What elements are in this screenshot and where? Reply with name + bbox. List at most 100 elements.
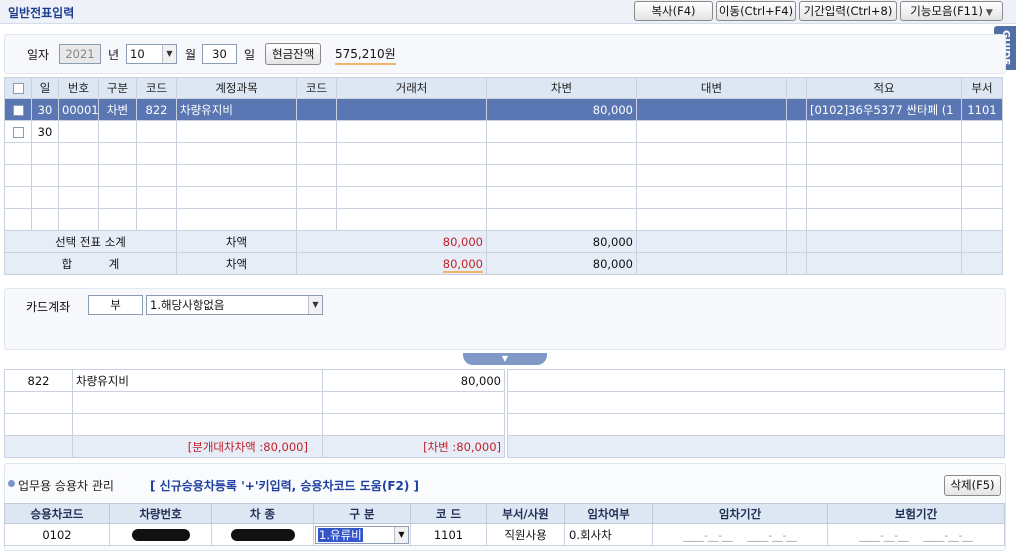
subtotal-label: 선택 전표 소계 [4, 230, 177, 253]
journal-summary-row: [분개대차차액 :80,000] [차변 :80,000] [4, 435, 505, 458]
credit-summary-row [507, 435, 1005, 458]
insurance-end[interactable]: ____-__-__ [923, 530, 973, 542]
subtotal-row: 선택 전표 소계 차액 80,000 80,000 [4, 230, 1003, 253]
col-lease: 임차여부 [564, 503, 653, 524]
chevron-down-icon[interactable]: ▼ [308, 296, 322, 314]
cell-type[interactable] [98, 120, 137, 143]
cell-plate[interactable] [109, 523, 212, 546]
cell-code[interactable] [136, 120, 177, 143]
month-select[interactable]: 10 ▼ [126, 44, 177, 64]
card-account-label: 카드계좌 [26, 300, 71, 314]
col-model: 차 종 [211, 503, 314, 524]
subtotal-debit: 80,000 [486, 230, 637, 253]
cell-day[interactable]: 30 [31, 120, 59, 143]
journal-credit-table [507, 369, 1005, 458]
journal-code: 822 [4, 369, 73, 392]
function-menu-button[interactable]: 기능모음(F11) ▼ [900, 1, 1003, 21]
cell-credit[interactable] [636, 120, 787, 143]
cash-balance-value: 575,210원 [335, 45, 396, 65]
cell-vendor[interactable] [336, 120, 487, 143]
subtotal-diff: 80,000 [296, 230, 487, 253]
cell-memo[interactable] [806, 120, 962, 143]
page-title: 일반전표입력 [8, 6, 75, 20]
day-field[interactable]: 30 [202, 44, 237, 64]
card-option-select[interactable]: 1.해당사항없음 ▼ [146, 295, 323, 315]
cell-account[interactable]: 차량유지비 [176, 98, 297, 121]
card-flag-field[interactable]: 부 [88, 295, 143, 315]
col-insurance-period: 보험기간 [827, 503, 1005, 524]
chevron-down-icon: ▼ [985, 8, 993, 18]
cell-debit[interactable] [486, 120, 637, 143]
cash-balance-button[interactable]: 현금잔액 [265, 43, 322, 65]
month-value: 10 [130, 47, 145, 61]
period-input-button[interactable]: 기간입력(Ctrl+8) [799, 1, 897, 21]
col-vendor-code: 코드 [296, 77, 337, 99]
table-row[interactable]: 30 00001 차변 822 차량유지비 80,000 [0102]36우53… [4, 98, 1003, 121]
cell-code[interactable]: 822 [136, 98, 177, 121]
list-item[interactable]: 822 차량유지비 80,000 [4, 369, 505, 392]
journal-account: 차량유지비 [72, 369, 323, 392]
cell-lease-period[interactable]: ____-__-__ ____-__-__ [652, 523, 828, 546]
empty-row [4, 208, 1003, 231]
cell-number[interactable]: 00001 [58, 98, 99, 121]
title-bar: 일반전표입력 복사(F4) 이동(Ctrl+F4) 기간입력(Ctrl+8) 기… [0, 0, 1016, 24]
cell-insurance-period[interactable]: ____-__-__ ____-__-__ [827, 523, 1005, 546]
vehicle-grid: 승용차코드 차량번호 차 종 구 분 코 드 부서/사원 임차여부 임차기간 보… [4, 503, 1005, 546]
panel-toggle-handle[interactable]: ▼ [463, 353, 547, 365]
col-lease-period: 임차기간 [652, 503, 828, 524]
cell-debit[interactable]: 80,000 [486, 98, 637, 121]
cell-dept[interactable]: 1101 [961, 98, 1003, 121]
cell-account[interactable] [176, 120, 297, 143]
row-checkbox[interactable] [4, 120, 32, 143]
day-unit: 일 [244, 48, 256, 62]
chevron-down-icon[interactable]: ▼ [394, 526, 408, 543]
col-dept: 부서 [961, 77, 1003, 99]
chevron-down-icon[interactable]: ▼ [162, 45, 176, 63]
select-all-checkbox[interactable] [4, 77, 32, 99]
total-diff-label: 차액 [176, 252, 297, 275]
col-plate: 차량번호 [109, 503, 212, 524]
vehicle-title: 업무용 승용차 관리 [18, 479, 114, 493]
cell-model[interactable] [211, 523, 314, 546]
cell-spacer [786, 98, 807, 121]
cell-day[interactable]: 30 [31, 98, 59, 121]
cell-vendor[interactable] [336, 98, 487, 121]
col-car-code: 승용차코드 [4, 503, 110, 524]
col-account: 계정과목 [176, 77, 297, 99]
empty-row [4, 391, 505, 414]
category-value: 1.유류비 [318, 527, 363, 542]
lease-end[interactable]: ____-__-__ [747, 530, 797, 542]
category-select[interactable]: 1.유류비 ▼ [315, 525, 409, 544]
cell-number[interactable] [58, 120, 99, 143]
cell-car-code[interactable]: 0102 [4, 523, 110, 546]
col-type: 구분 [98, 77, 137, 99]
card-option-value: 1.해당사항없음 [150, 298, 225, 312]
row-checkbox[interactable] [4, 98, 32, 121]
col-memo: 적요 [806, 77, 962, 99]
delete-button[interactable]: 삭제(F5) [944, 475, 1001, 496]
cell-lease[interactable]: 0.회사차 [564, 523, 653, 546]
lease-start[interactable]: ____-__-__ [683, 530, 733, 542]
cell-dept[interactable] [961, 120, 1003, 143]
move-button[interactable]: 이동(Ctrl+F4) [716, 1, 796, 21]
copy-button[interactable]: 복사(F4) [634, 1, 713, 21]
voucher-grid: 일 번호 구분 코드 계정과목 코드 거래처 차변 대변 적요 부서 30 00… [4, 77, 1003, 275]
cell-memo[interactable]: [0102]36우5377 싼타페 (1 [806, 98, 962, 121]
cell-type[interactable]: 차변 [98, 98, 137, 121]
cell-dept[interactable]: 직원사용 [486, 523, 565, 546]
empty-row [4, 164, 1003, 187]
cell-vendor-code[interactable] [296, 120, 337, 143]
col-vendor: 거래처 [336, 77, 487, 99]
function-menu-label: 기능모음(F11) [910, 4, 983, 18]
col-day: 일 [31, 77, 59, 99]
table-row[interactable]: 0102 1.유류비 ▼ 1101 직원사용 0.회사차 ____-__-__ … [4, 523, 1005, 546]
table-row[interactable]: 30 [4, 120, 1003, 143]
insurance-start[interactable]: ____-__-__ [859, 530, 909, 542]
cell-vendor-code[interactable] [296, 98, 337, 121]
col-credit: 대변 [636, 77, 787, 99]
debit-note: [차변 :80,000] [322, 435, 505, 458]
cell-credit[interactable] [636, 98, 787, 121]
total-diff-value: 80,000 [442, 256, 483, 273]
cell-category[interactable]: 1.유류비 ▼ [313, 523, 411, 546]
cell-code[interactable]: 1101 [410, 523, 487, 546]
